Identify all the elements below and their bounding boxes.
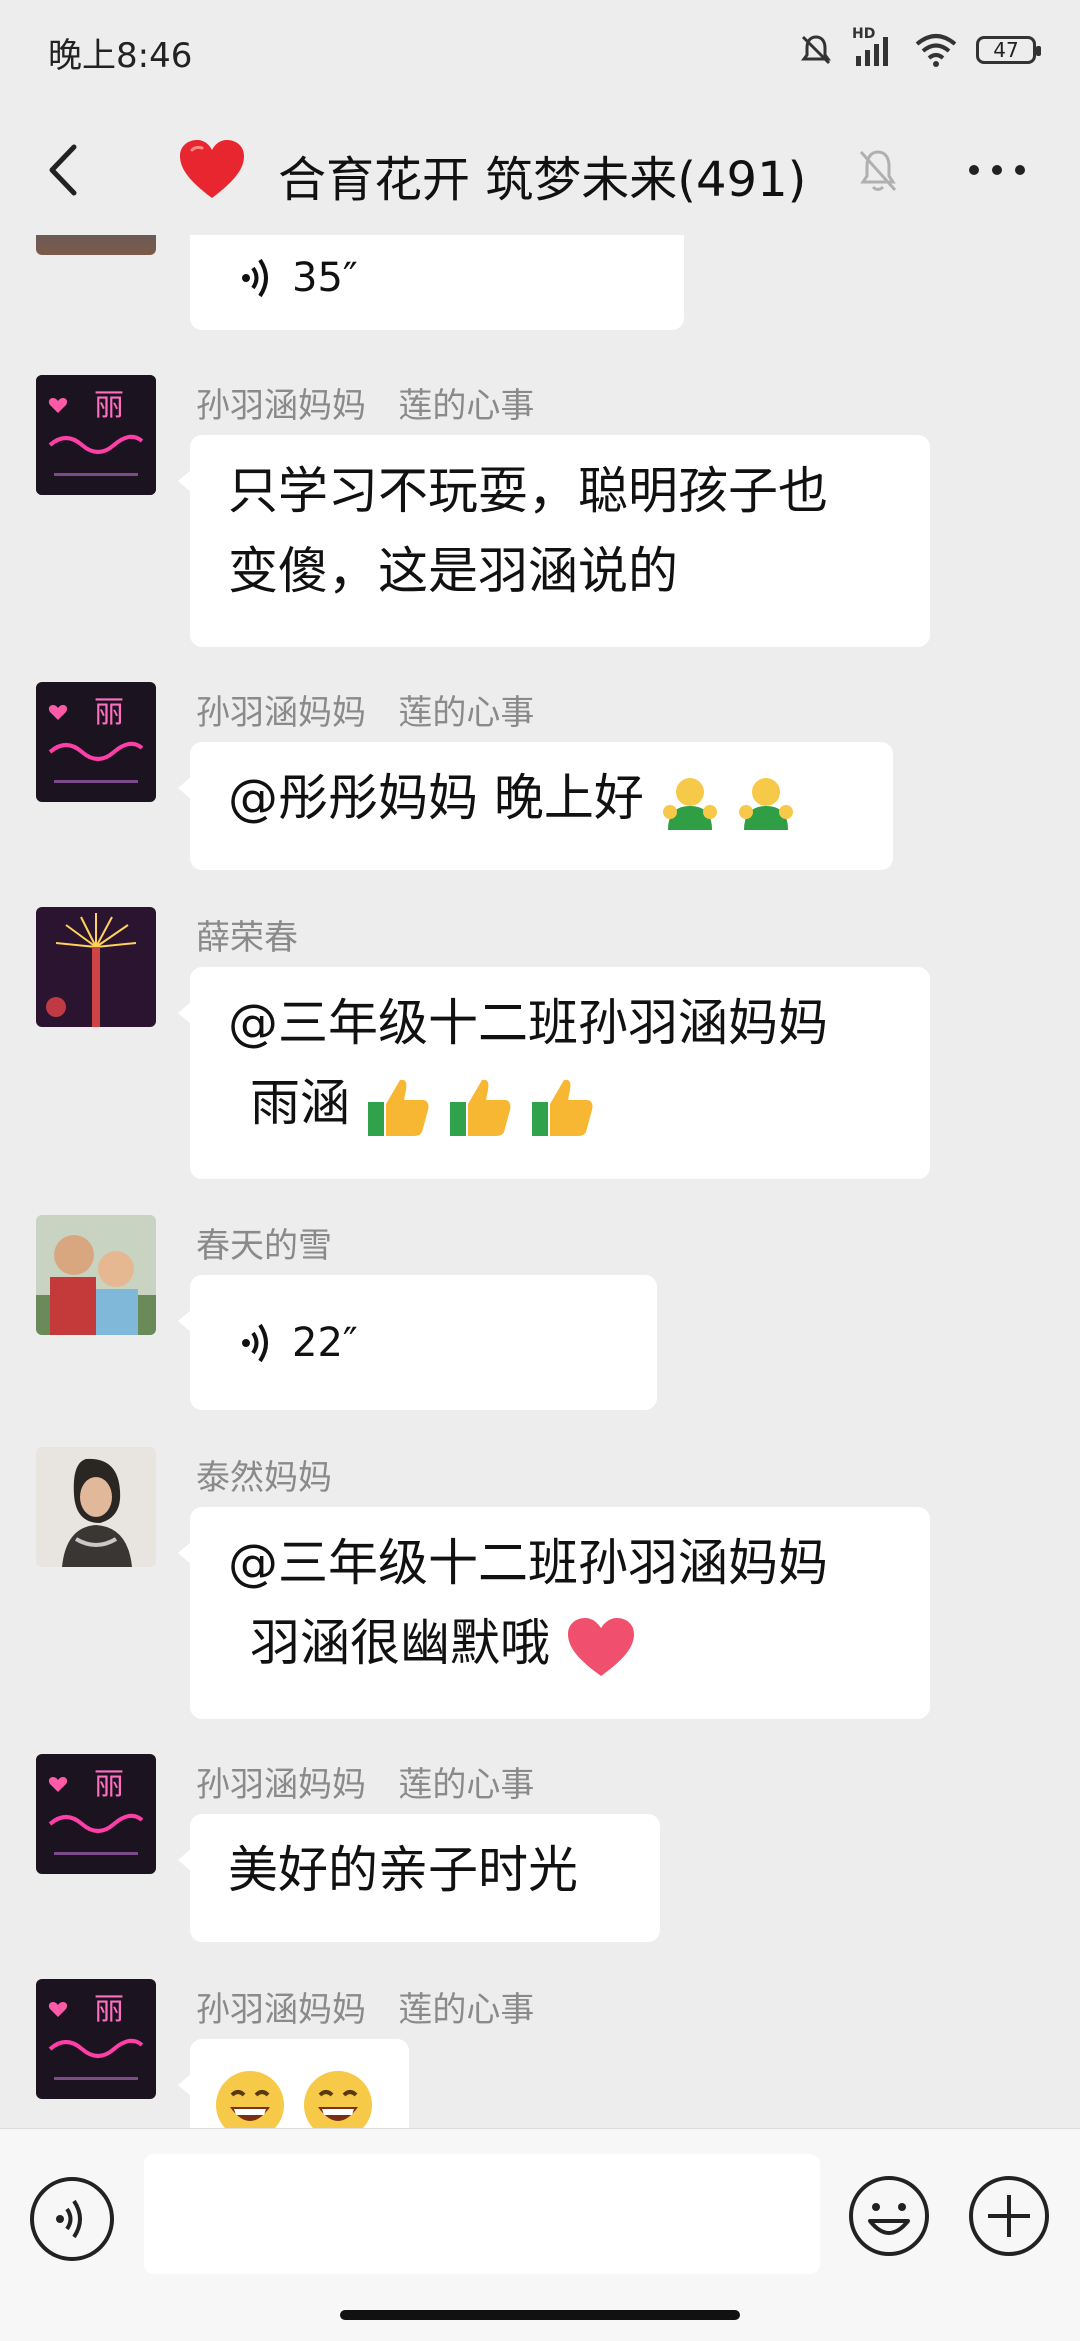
avatar-text: 丽 xyxy=(94,695,124,730)
avatar[interactable]: 丽 xyxy=(36,1979,156,2099)
back-button[interactable] xyxy=(36,135,96,205)
thumbs-up-emoji xyxy=(367,1079,429,1136)
wifi-icon xyxy=(915,34,957,67)
voice-icon xyxy=(242,1323,268,1362)
avatar-image: 丽 xyxy=(36,375,156,495)
bell-muted-icon xyxy=(801,35,831,65)
message-bubble[interactable]: 只学习不玩耍，聪明孩子也 变傻，这是羽涵说的 xyxy=(178,435,930,647)
avatar[interactable]: 丽 xyxy=(36,375,156,495)
message-bubble[interactable]: @彤彤妈妈 晚上好 xyxy=(178,742,893,870)
battery-icon: 47 xyxy=(976,36,1041,64)
smiley-icon[interactable] xyxy=(846,2173,932,2259)
avatar-image xyxy=(36,1215,156,1335)
status-bar: 晚上8:46 HD 47 xyxy=(0,0,1080,100)
voice-icon xyxy=(56,2199,82,2239)
avatar-image xyxy=(36,907,156,1027)
sender-name: 孙羽涵妈妈 莲的心事 xyxy=(196,1990,535,2030)
input-bar xyxy=(0,2128,1080,2341)
avatar-image xyxy=(36,1447,156,1567)
thumbs-up-emoji xyxy=(449,1079,511,1136)
status-time: 晚上8:46 xyxy=(48,36,193,76)
voice-icon xyxy=(242,258,268,297)
voice-message-bubble[interactable]: 22″ xyxy=(178,1275,657,1410)
avatar[interactable]: 丽 xyxy=(36,1754,156,1874)
sender-name: 薛荣春 xyxy=(196,918,298,958)
grin-emoji xyxy=(303,2070,372,2128)
status-icons: HD 47 xyxy=(798,26,1041,70)
message-text: @彤彤妈妈 晚上好 xyxy=(228,769,644,827)
message-text: 变傻，这是羽涵说的 xyxy=(228,542,678,600)
sender-name: 泰然妈妈 xyxy=(196,1458,332,1498)
chat-header: 合育花开 筑梦未来(491) xyxy=(0,110,1080,235)
message-text: @三年级十二班孙羽涵妈妈 xyxy=(228,994,828,1052)
voice-duration: 35″ xyxy=(292,254,358,301)
plus-icon[interactable] xyxy=(966,2173,1052,2259)
avatar-text: 丽 xyxy=(94,388,124,423)
avatar-text: 丽 xyxy=(94,1767,124,1802)
grin-emoji xyxy=(216,2070,284,2128)
chat-title: 合育花开 筑梦未来(491) xyxy=(278,152,807,208)
avatar-image: 丽 xyxy=(36,682,156,802)
heart-icon xyxy=(180,140,244,198)
message-input[interactable] xyxy=(144,2154,820,2274)
message-text-line2: 羽涵很幽默哦 xyxy=(228,1603,890,1683)
home-indicator[interactable] xyxy=(340,2310,740,2320)
message-bubble[interactable] xyxy=(178,2039,409,2128)
message-text: 美好的亲子时光 xyxy=(228,1841,578,1899)
message-text: 雨涵 xyxy=(250,1074,350,1132)
message-list[interactable]: 35″ 丽 孙羽涵妈妈 莲的心事 只学习不玩耍，聪明孩子也 变傻，这是羽涵说的 … xyxy=(0,235,1080,2128)
message-text: @三年级十二班孙羽涵妈妈 xyxy=(228,1534,828,1592)
avatar[interactable]: 丽 xyxy=(36,682,156,802)
voice-message-bubble[interactable]: 35″ xyxy=(190,235,684,330)
avatar-image: 丽 xyxy=(36,1754,156,1874)
avatar-image: 丽 xyxy=(36,1979,156,2099)
avatar-text: 丽 xyxy=(94,1992,124,2027)
message-text: 只学习不玩耍，聪明孩子也 xyxy=(228,462,828,520)
sender-name: 孙羽涵妈妈 莲的心事 xyxy=(196,1765,535,1805)
voice-button[interactable] xyxy=(30,2177,114,2261)
bell-off-icon xyxy=(859,150,897,192)
message-text-line2: 雨涵 xyxy=(228,1063,890,1143)
avatar[interactable] xyxy=(36,907,156,1027)
more-dots-icon[interactable] xyxy=(962,150,1032,190)
avatar[interactable] xyxy=(36,1215,156,1335)
message-text: 羽涵很幽默哦 xyxy=(250,1614,550,1672)
avatar[interactable] xyxy=(36,235,156,255)
hug-emoji xyxy=(662,777,717,830)
hug-emoji xyxy=(738,777,793,830)
avatar[interactable] xyxy=(36,1447,156,1567)
message-bubble[interactable]: @三年级十二班孙羽涵妈妈 雨涵 xyxy=(178,967,930,1179)
sender-name: 孙羽涵妈妈 莲的心事 xyxy=(196,693,535,733)
heart-emoji xyxy=(567,1617,634,1676)
voice-duration: 22″ xyxy=(292,1319,358,1366)
message-bubble[interactable]: 美好的亲子时光 xyxy=(178,1814,660,1942)
sender-name: 春天的雪 xyxy=(196,1226,332,1266)
sender-name: 孙羽涵妈妈 莲的心事 xyxy=(196,386,535,426)
message-bubble[interactable]: @三年级十二班孙羽涵妈妈 羽涵很幽默哦 xyxy=(178,1507,930,1719)
thumbs-up-emoji xyxy=(531,1079,593,1136)
hd-signal-icon: HD xyxy=(852,26,896,68)
